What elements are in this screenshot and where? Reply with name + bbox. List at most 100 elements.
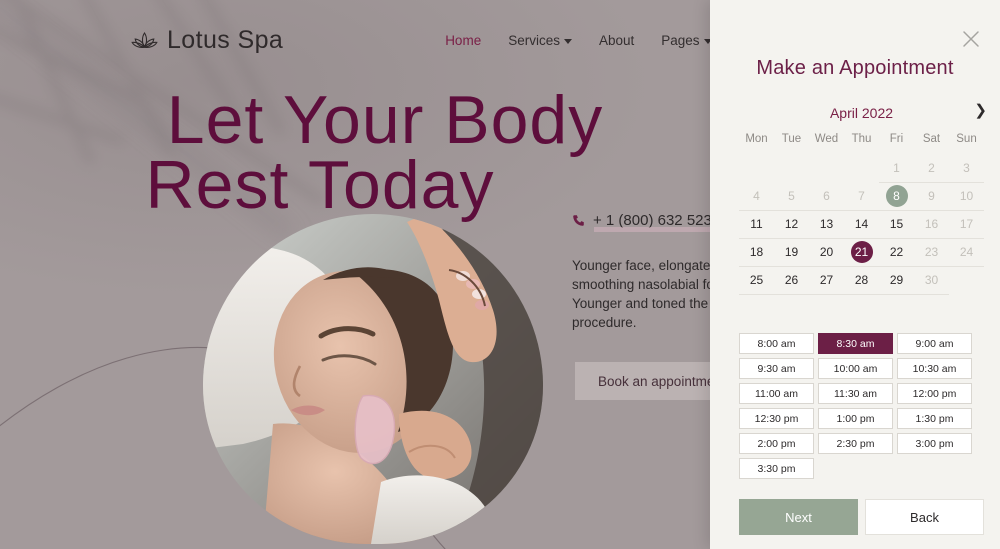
next-button[interactable]: Next bbox=[739, 499, 858, 535]
nav-label: About bbox=[598, 32, 635, 48]
chevron-down-icon bbox=[563, 38, 572, 44]
time-slot[interactable]: 2:00 pm bbox=[739, 433, 814, 454]
calendar-day-label: 20 bbox=[819, 245, 834, 259]
calendar-week-row: 11 12 13 14 15 16 17 bbox=[739, 210, 984, 239]
time-slot[interactable]: 11:30 am bbox=[818, 383, 893, 404]
calendar-day-cell[interactable]: 22 bbox=[879, 238, 914, 267]
calendar-day-cell[interactable]: 21 bbox=[844, 238, 879, 267]
calendar-day-cell: 16 bbox=[914, 210, 949, 239]
headline-line-2: Rest Today bbox=[145, 147, 495, 224]
calendar-day-label: 27 bbox=[819, 273, 834, 287]
calendar-weekday: Thu bbox=[851, 133, 872, 145]
calendar-weekday: Mon bbox=[745, 133, 768, 145]
calendar-day-label: 17 bbox=[959, 217, 974, 231]
phone-underline bbox=[594, 227, 723, 232]
calendar-day-label: 29 bbox=[889, 273, 904, 287]
calendar-day-cell bbox=[809, 154, 844, 182]
calendar-day-cell: 17 bbox=[949, 210, 984, 239]
calendar-day-cell: 10 bbox=[949, 182, 984, 211]
time-slot[interactable]: 1:00 pm bbox=[818, 408, 893, 429]
chevron-right-icon[interactable]: ❯ bbox=[974, 103, 987, 118]
calendar-day-cell bbox=[774, 154, 809, 182]
time-slot[interactable]: 11:00 am bbox=[739, 383, 814, 404]
calendar-day-cell[interactable]: 15 bbox=[879, 210, 914, 239]
close-icon[interactable] bbox=[960, 28, 982, 50]
calendar-day-label: 16 bbox=[924, 217, 939, 231]
nav-item-pages[interactable]: Pages bbox=[661, 33, 712, 48]
nav-item-home[interactable]: Home bbox=[445, 33, 481, 48]
calendar-week-row: 4 5 6 7 8 9 10 bbox=[739, 182, 984, 211]
calendar-weekday: Wed bbox=[814, 133, 839, 145]
back-button[interactable]: Back bbox=[865, 499, 984, 535]
site-logo[interactable]: Lotus Spa bbox=[131, 26, 283, 55]
panel-title: Make an Appointment bbox=[756, 57, 954, 79]
time-slot[interactable]: 3:30 pm bbox=[739, 458, 814, 479]
headline-line-1: Let Your Body bbox=[166, 82, 604, 158]
calendar-day-label: 3 bbox=[963, 160, 970, 175]
calendar-weekday: Tue bbox=[781, 133, 802, 145]
nav-item-services[interactable]: Services bbox=[508, 33, 572, 48]
calendar-day-label: 18 bbox=[749, 245, 764, 259]
calendar-day-label: 19 bbox=[784, 245, 799, 259]
calendar-day-cell: 4 bbox=[739, 182, 774, 211]
calendar-day-label: 11 bbox=[750, 217, 763, 231]
calendar-day-label: 12 bbox=[784, 217, 799, 231]
calendar-day-cell[interactable]: 20 bbox=[809, 238, 844, 267]
calendar-day-label: 26 bbox=[784, 273, 799, 287]
time-slot[interactable]: 12:30 pm bbox=[739, 408, 814, 429]
calendar-day-cell[interactable]: 18 bbox=[739, 238, 774, 267]
calendar-day-cell[interactable]: 8 bbox=[879, 182, 914, 211]
calendar-day-cell bbox=[739, 154, 774, 182]
calendar-month-label: April 2022 bbox=[829, 105, 894, 121]
time-slot[interactable]: 9:00 am bbox=[897, 333, 972, 354]
calendar-day-cell[interactable]: 28 bbox=[844, 266, 879, 295]
calendar-day-cell: 23 bbox=[914, 238, 949, 267]
time-slot[interactable]: 1:30 pm bbox=[897, 408, 972, 429]
calendar-day-cell: 1 bbox=[879, 154, 914, 183]
calendar-weekday-row: Mon Tue Wed Thu Fri Sat Sun bbox=[739, 128, 984, 154]
calendar-day-label: 9 bbox=[928, 189, 935, 203]
time-slot[interactable]: 10:00 am bbox=[818, 358, 893, 379]
calendar-day-cell[interactable]: 25 bbox=[739, 266, 774, 295]
time-slot-list: 8:00 am 8:30 am 9:00 am 9:30 am 10:00 am 10:3… bbox=[739, 333, 984, 479]
calendar-month-bar: April 2022 ❯ bbox=[739, 102, 987, 124]
calendar-week-row: 25 26 27 28 29 30 bbox=[739, 266, 984, 295]
calendar-day-cell[interactable]: 19 bbox=[774, 238, 809, 267]
calendar-day-label: 13 bbox=[819, 217, 834, 231]
calendar-day-cell[interactable]: 27 bbox=[809, 266, 844, 295]
panel-footer: Next Back bbox=[739, 499, 984, 535]
calendar-week-row: 18 19 20 21 22 23 24 bbox=[739, 238, 984, 267]
calendar-day-cell[interactable]: 29 bbox=[879, 266, 914, 295]
calendar-day-cell bbox=[844, 154, 879, 182]
calendar-day-cell[interactable]: 12 bbox=[774, 210, 809, 239]
nav-label: Home bbox=[445, 32, 482, 48]
calendar-day-label: 15 bbox=[889, 217, 904, 231]
calendar-day-label: 5 bbox=[788, 188, 795, 203]
time-slot[interactable]: 8:00 am bbox=[739, 333, 814, 354]
calendar-day-cell: 30 bbox=[914, 266, 949, 295]
calendar-day-cell[interactable]: 14 bbox=[844, 210, 879, 239]
time-slot[interactable]: 3:00 pm bbox=[897, 433, 972, 454]
calendar-day-cell[interactable]: 11 bbox=[739, 210, 774, 239]
lotus-icon bbox=[131, 31, 158, 48]
time-slot[interactable]: 9:30 am bbox=[739, 358, 814, 379]
calendar: Mon Tue Wed Thu Fri Sat Sun 1 2 3 4 5 6 7 8 9 10 11 12 13 1… bbox=[739, 128, 984, 295]
calendar-day-label: 23 bbox=[924, 245, 939, 259]
calendar-day-label: 2 bbox=[928, 160, 935, 175]
calendar-day-label: 30 bbox=[924, 273, 939, 287]
calendar-day-label: 6 bbox=[823, 188, 830, 203]
calendar-day-label: 4 bbox=[753, 188, 760, 203]
time-slot[interactable]: 8:30 am bbox=[818, 333, 893, 354]
time-slot[interactable]: 12:00 pm bbox=[897, 383, 972, 404]
massage-photo bbox=[203, 214, 543, 544]
calendar-day-cell: 5 bbox=[774, 182, 809, 211]
time-slot[interactable]: 10:30 am bbox=[897, 358, 972, 379]
calendar-day-cell[interactable]: 26 bbox=[774, 266, 809, 295]
phone-number[interactable]: + 1 (800) 632 5234 bbox=[572, 212, 723, 232]
nav-item-about[interactable]: About bbox=[599, 33, 634, 48]
page-title: Let Your Body Rest Today bbox=[0, 82, 710, 224]
calendar-weekday: Fri bbox=[889, 133, 904, 145]
calendar-day-cell: 2 bbox=[914, 154, 949, 183]
time-slot[interactable]: 2:30 pm bbox=[818, 433, 893, 454]
calendar-day-cell[interactable]: 13 bbox=[809, 210, 844, 239]
